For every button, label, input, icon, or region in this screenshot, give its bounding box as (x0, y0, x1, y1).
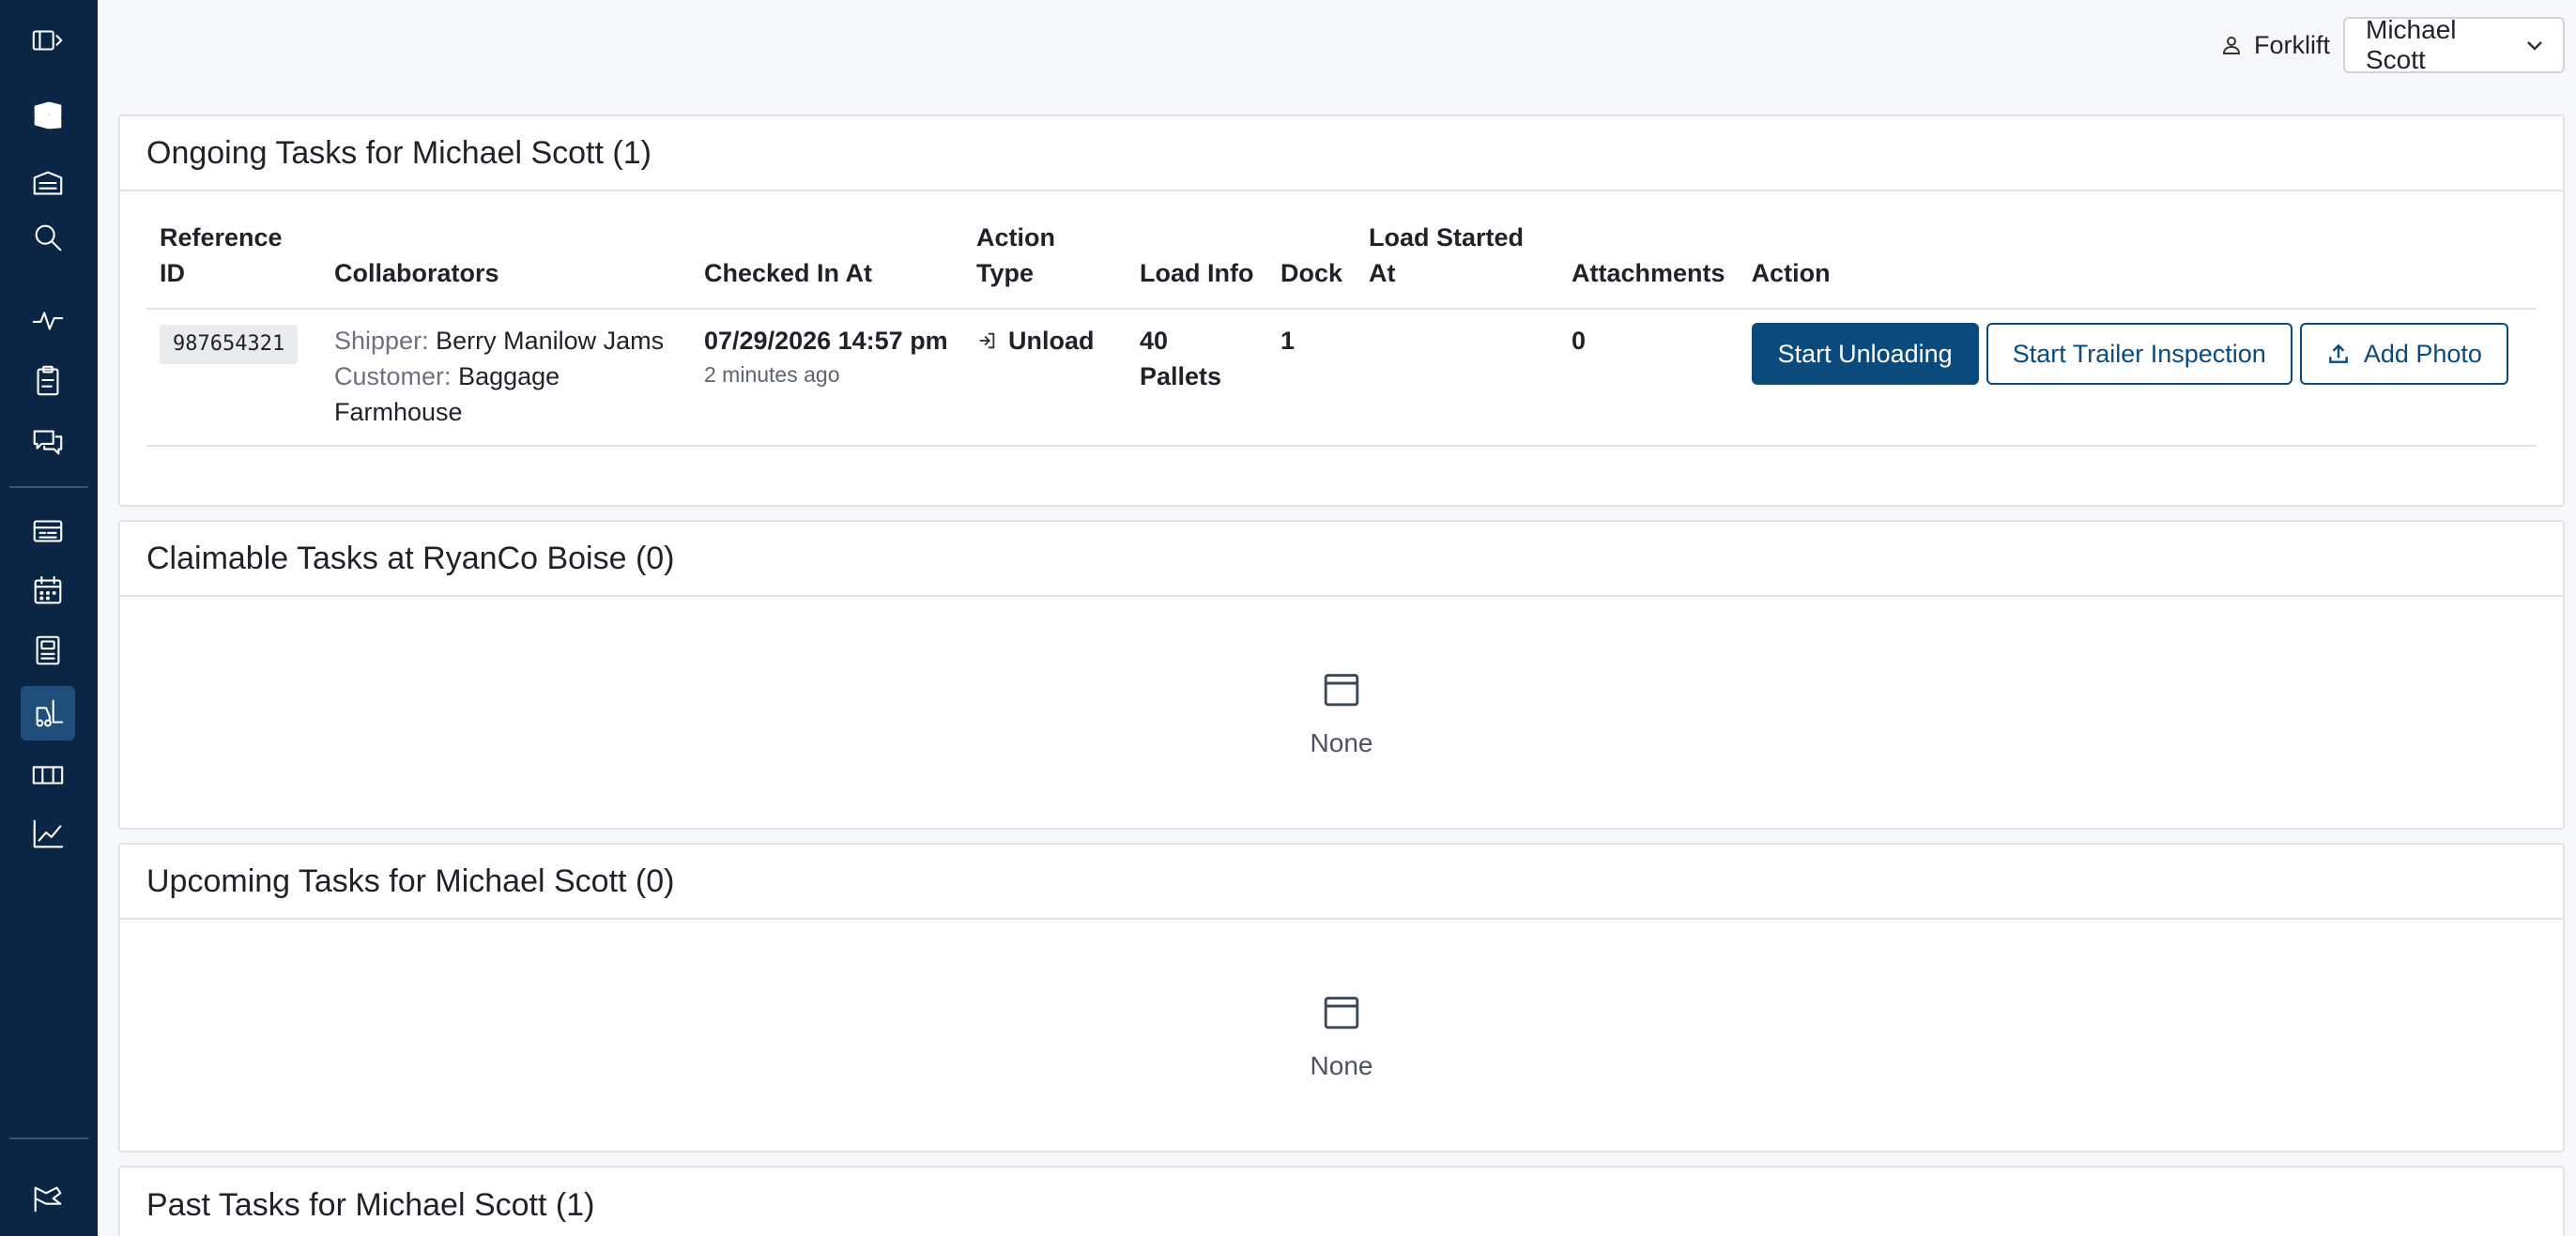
ongoing-tasks-table: Reference ID Collaborators Checked In At… (146, 220, 2537, 447)
col-dock: Dock (1267, 220, 1357, 310)
tickets-icon[interactable] (21, 747, 75, 801)
col-reference-id: Reference ID (146, 220, 321, 310)
cell-reference-id: 987654321 (146, 309, 321, 447)
calendar-icon (1324, 997, 1359, 1030)
empty-label: None (1310, 1051, 1373, 1080)
shipper-name: Berry Manilow Jams (436, 327, 665, 355)
user-select-value: Michael Scott (2366, 15, 2457, 74)
add-photo-button[interactable]: Add Photo (2299, 323, 2508, 385)
action-type-label: Unload (1008, 327, 1095, 355)
sidebar-divider (9, 486, 88, 488)
upcoming-empty-state: None (120, 920, 2563, 1151)
customer-label: Customer: (334, 362, 452, 390)
cell-collaborators: Shipper: Berry Manilow Jams Customer: Ba… (321, 309, 691, 447)
ongoing-tasks-panel: Ongoing Tasks for Michael Scott (1) Refe… (118, 114, 2565, 507)
shipper-label: Shipper: (334, 327, 429, 355)
sidebar-toggle-icon[interactable] (21, 13, 75, 68)
upload-icon (2328, 343, 2348, 363)
cell-action: Start Unloading Start Trailer Inspection… (1738, 309, 2537, 447)
col-attachments: Attachments (1558, 220, 1739, 310)
activity-icon[interactable] (21, 293, 75, 347)
ongoing-tasks-title: Ongoing Tasks for Michael Scott (1) (120, 116, 2563, 191)
sidebar-divider (9, 1137, 88, 1139)
checked-in-timestamp: 07/29/2026 14:57 pm (704, 327, 948, 355)
claimable-empty-state: None (120, 597, 2563, 828)
upcoming-tasks-title: Upcoming Tasks for Michael Scott (0) (120, 845, 2563, 920)
role-label: Forklift (2254, 30, 2330, 59)
messages-icon[interactable] (21, 415, 75, 469)
col-load-started-at: Load Started At (1356, 220, 1559, 310)
cell-action-type: Unload (963, 309, 1127, 447)
add-photo-label: Add Photo (2363, 339, 2482, 368)
empty-label: None (1310, 728, 1373, 757)
col-collaborators: Collaborators (321, 220, 691, 310)
cell-attachments: 0 (1558, 309, 1739, 447)
chevron-down-icon (2527, 41, 2542, 51)
user-select[interactable]: Michael Scott (2343, 15, 2565, 74)
upcoming-tasks-panel: Upcoming Tasks for Michael Scott (0) Non… (118, 843, 2565, 1152)
forklift-icon[interactable] (21, 686, 75, 740)
col-action-type: Action Type (963, 220, 1127, 310)
sidebar (0, 0, 98, 1236)
logo-icon[interactable] (21, 88, 75, 143)
cell-checked-in-at: 07/29/2026 14:57 pm 2 minutes ago (691, 309, 963, 447)
loads-icon[interactable] (21, 503, 75, 557)
calendar-icon[interactable] (21, 563, 75, 618)
claimable-tasks-panel: Claimable Tasks at RyanCo Boise (0) None (118, 520, 2565, 830)
calendar-icon (1324, 674, 1359, 707)
start-trailer-inspection-button[interactable]: Start Trailer Inspection (1986, 323, 2292, 385)
user-icon (2222, 37, 2241, 54)
table-row: 987654321 Shipper: Berry Manilow Jams Cu… (146, 309, 2537, 447)
reference-id-badge: 987654321 (160, 325, 299, 364)
col-checked-in-at: Checked In At (691, 220, 963, 310)
table-header-row: Reference ID Collaborators Checked In At… (146, 220, 2537, 310)
start-unloading-button[interactable]: Start Unloading (1751, 323, 1979, 385)
col-action: Action (1738, 220, 2537, 310)
tour-icon[interactable] (21, 1171, 75, 1226)
warehouse-icon[interactable] (21, 156, 75, 210)
checked-in-relative: 2 minutes ago (704, 362, 840, 387)
cell-dock: 1 (1267, 309, 1357, 447)
analytics-icon[interactable] (21, 807, 75, 862)
search-icon[interactable] (21, 210, 75, 265)
docks-icon[interactable] (21, 623, 75, 678)
cell-load-started-at (1356, 309, 1559, 447)
clipboard-icon[interactable] (21, 353, 75, 407)
col-load-info: Load Info (1127, 220, 1267, 310)
claimable-tasks-title: Claimable Tasks at RyanCo Boise (0) (120, 522, 2563, 597)
unload-icon (979, 332, 995, 349)
cell-load-info: 40 Pallets (1127, 309, 1267, 447)
role-indicator: Forklift (2220, 26, 2330, 64)
past-tasks-title: Past Tasks for Michael Scott (1) (146, 1186, 595, 1223)
past-tasks-panel: Past Tasks for Michael Scott (1) (118, 1166, 2565, 1236)
